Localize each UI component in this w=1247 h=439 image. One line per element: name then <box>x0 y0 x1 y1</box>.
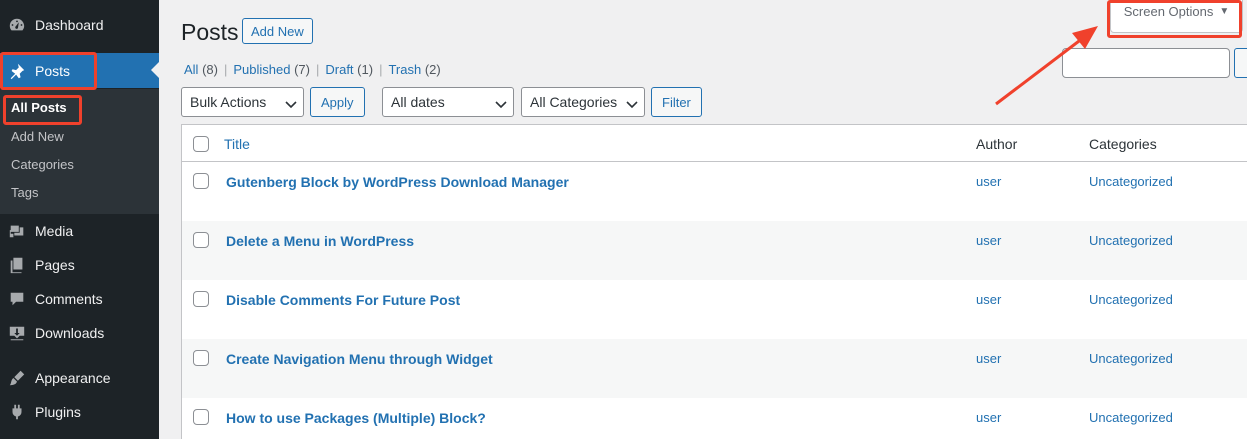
filter-button[interactable]: Filter <box>651 87 702 117</box>
current-indicator <box>151 62 159 78</box>
row-checkbox[interactable] <box>193 173 209 189</box>
view-count: (8) <box>202 62 218 77</box>
menu-item-dashboard[interactable]: Dashboard <box>0 8 159 42</box>
dates-select[interactable]: All dates <box>382 87 514 117</box>
submenu-add-new[interactable]: Add New <box>11 129 64 144</box>
views-separator: | <box>223 62 228 77</box>
menu-label: Appearance <box>35 370 111 386</box>
table-row: Create Navigation Menu through Widget us… <box>182 339 1247 398</box>
menu-label: Plugins <box>35 404 81 420</box>
chevron-down-icon <box>626 97 638 109</box>
view-trash-link[interactable]: Trash <box>388 62 421 77</box>
highlight-all-posts <box>3 95 82 125</box>
chevron-down-icon <box>495 97 507 109</box>
highlight-posts <box>0 52 97 90</box>
author-link[interactable]: user <box>976 292 1001 307</box>
pages-icon <box>7 255 27 275</box>
view-count: (1) <box>357 62 374 77</box>
view-count: (2) <box>424 62 441 77</box>
submenu-categories[interactable]: Categories <box>11 157 74 172</box>
table-header: Title Author Categories <box>182 125 1247 162</box>
post-title-link[interactable]: Disable Comments For Future Post <box>226 292 460 308</box>
media-icon <box>7 221 27 241</box>
view-published-link[interactable]: Published <box>233 62 290 77</box>
views-separator: | <box>315 62 320 77</box>
table-row: Delete a Menu in WordPress user Uncatego… <box>182 221 1247 280</box>
search-button[interactable] <box>1234 48 1247 78</box>
post-title-link[interactable]: Gutenberg Block by WordPress Download Ma… <box>226 174 569 190</box>
author-link[interactable]: user <box>976 410 1001 425</box>
column-title[interactable]: Title <box>224 136 250 152</box>
post-title-link[interactable]: Delete a Menu in WordPress <box>226 233 414 249</box>
submenu-tags[interactable]: Tags <box>11 185 38 200</box>
category-link[interactable]: Uncategorized <box>1089 410 1173 425</box>
menu-item-downloads[interactable]: Downloads <box>0 316 159 350</box>
main-content: Posts Add New Screen Options ▼ All (8) |… <box>159 0 1247 439</box>
menu-label: Media <box>35 223 74 239</box>
apply-button[interactable]: Apply <box>310 87 365 117</box>
menu-item-comments[interactable]: Comments <box>0 282 159 316</box>
menu-label: Downloads <box>35 325 105 341</box>
view-draft-link[interactable]: Draft <box>325 62 353 77</box>
menu-item-media[interactable]: Media <box>0 214 159 248</box>
row-checkbox[interactable] <box>193 291 209 307</box>
row-checkbox[interactable] <box>193 409 209 425</box>
posts-table: Title Author Categories Gutenberg Block … <box>181 124 1247 439</box>
view-all-link[interactable]: All <box>184 62 198 77</box>
comments-icon <box>7 289 27 309</box>
menu-label: Dashboard <box>35 17 104 33</box>
menu-item-plugins[interactable]: Plugins <box>0 395 159 429</box>
dashboard-icon <box>7 15 27 35</box>
category-link[interactable]: Uncategorized <box>1089 351 1173 366</box>
post-status-views: All (8) | Published (7) | Draft (1) | Tr… <box>184 62 441 77</box>
bulk-actions-select[interactable]: Bulk Actions <box>181 87 304 117</box>
select-value: All Categories <box>530 94 618 110</box>
table-row: Disable Comments For Future Post user Un… <box>182 280 1247 339</box>
brush-icon <box>7 368 27 388</box>
author-link[interactable]: user <box>976 351 1001 366</box>
column-author: Author <box>976 136 1018 152</box>
menu-item-appearance[interactable]: Appearance <box>0 361 159 395</box>
category-link[interactable]: Uncategorized <box>1089 292 1173 307</box>
plugin-icon <box>7 402 27 422</box>
row-checkbox[interactable] <box>193 350 209 366</box>
table-row: Gutenberg Block by WordPress Download Ma… <box>182 162 1247 221</box>
views-separator: | <box>379 62 383 77</box>
column-categories: Categories <box>1089 136 1157 152</box>
select-value: Bulk Actions <box>190 94 267 110</box>
menu-item-pages[interactable]: Pages <box>0 248 159 282</box>
category-link[interactable]: Uncategorized <box>1089 233 1173 248</box>
author-link[interactable]: user <box>976 233 1001 248</box>
download-icon <box>7 323 27 343</box>
author-link[interactable]: user <box>976 174 1001 189</box>
row-checkbox[interactable] <box>193 232 209 248</box>
post-title-link[interactable]: Create Navigation Menu through Widget <box>226 351 493 367</box>
add-new-button[interactable]: Add New <box>242 18 313 44</box>
search-input[interactable] <box>1062 48 1230 78</box>
menu-label: Comments <box>35 291 103 307</box>
menu-label: Pages <box>35 257 75 273</box>
category-link[interactable]: Uncategorized <box>1089 174 1173 189</box>
view-count: (7) <box>294 62 310 77</box>
table-row: How to use Packages (Multiple) Block? us… <box>182 398 1247 439</box>
categories-select[interactable]: All Categories <box>521 87 645 117</box>
select-all-checkbox[interactable] <box>193 136 209 152</box>
chevron-down-icon <box>285 97 297 109</box>
page-title: Posts <box>181 19 239 45</box>
highlight-screen-options <box>1107 0 1242 38</box>
post-title-link[interactable]: How to use Packages (Multiple) Block? <box>226 410 486 426</box>
select-value: All dates <box>391 94 445 110</box>
